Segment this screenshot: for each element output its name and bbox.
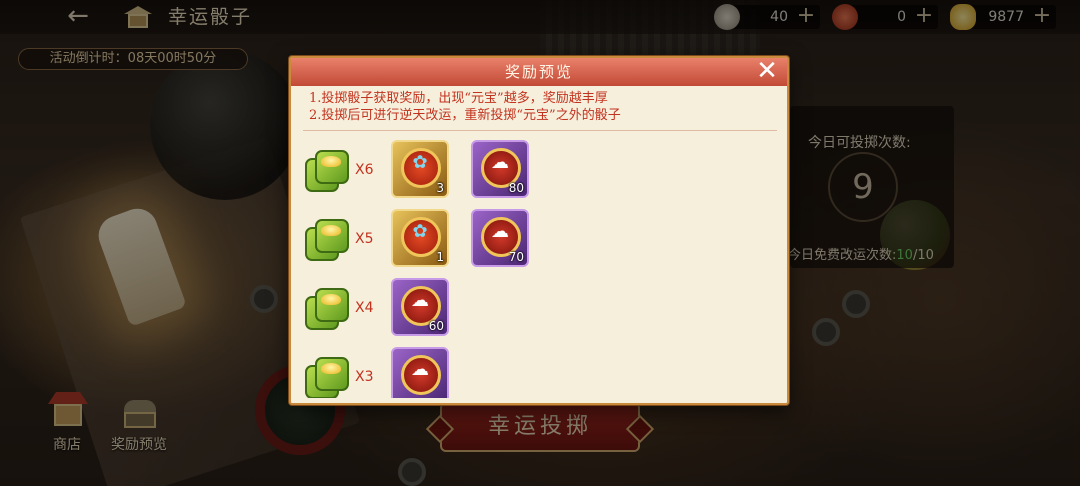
close-icon[interactable]: ✕ [755, 58, 781, 85]
dice-icon [305, 150, 351, 194]
phoenix-symbol: ✿ [412, 221, 428, 242]
ingot-multiplier: X4 [355, 300, 374, 316]
reward-item[interactable]: ☁ 70 [471, 209, 529, 267]
dice-icon [305, 288, 351, 332]
reward-row: X3 ☁ [301, 347, 781, 398]
item-quantity: 60 [428, 319, 444, 333]
rules-text: 1.投掷骰子获取奖励，出现“元宝”越多，奖励越丰厚 2.投掷后可进行逆天改运，重… [309, 90, 777, 124]
divider [303, 130, 777, 131]
item-quantity: 3 [436, 181, 444, 195]
reward-row: X6 ✿ 3 ☁ 80 [301, 140, 781, 209]
ingot-multiplier: X5 [355, 231, 374, 247]
modal-header: 奖励预览 ✕ [291, 58, 787, 86]
ingot-multiplier: X3 [355, 369, 374, 385]
reward-row: X5 ✿ 1 ☁ 70 [301, 209, 781, 278]
phoenix-symbol: ✿ [412, 152, 428, 173]
item-quantity: 80 [508, 181, 524, 195]
dice-icon [305, 219, 351, 263]
reward-item[interactable]: ☁ 60 [391, 278, 449, 336]
reward-preview-modal: 奖励预览 ✕ 1.投掷骰子获取奖励，出现“元宝”越多，奖励越丰厚 2.投掷后可进… [289, 56, 789, 405]
rule-line: 2.投掷后可进行逆天改运，重新投掷“元宝”之外的骰子 [309, 108, 621, 123]
cloud-symbol: ☁ [491, 221, 509, 242]
reward-item[interactable]: ✿ 3 [391, 140, 449, 198]
reward-item[interactable]: ☁ 80 [471, 140, 529, 198]
modal-title: 奖励预览 [504, 63, 573, 81]
reward-item[interactable]: ☁ [391, 347, 449, 398]
ingot-multiplier: X6 [355, 162, 374, 178]
cloud-symbol: ☁ [491, 152, 509, 173]
reward-item[interactable]: ✿ 1 [391, 209, 449, 267]
cloud-symbol: ☁ [411, 290, 429, 311]
rule-line: 1.投掷骰子获取奖励，出现“元宝”越多，奖励越丰厚 [309, 91, 608, 106]
item-quantity: 70 [508, 250, 524, 264]
item-quantity: 1 [436, 250, 444, 264]
reward-row: X4 ☁ 60 [301, 278, 781, 347]
reward-list[interactable]: X6 ✿ 3 ☁ 80 X5 ✿ 1 ☁ 70 X4 ☁ 60 X3 ☁ [301, 140, 781, 398]
dice-icon [305, 357, 351, 398]
cloud-symbol: ☁ [411, 359, 429, 380]
